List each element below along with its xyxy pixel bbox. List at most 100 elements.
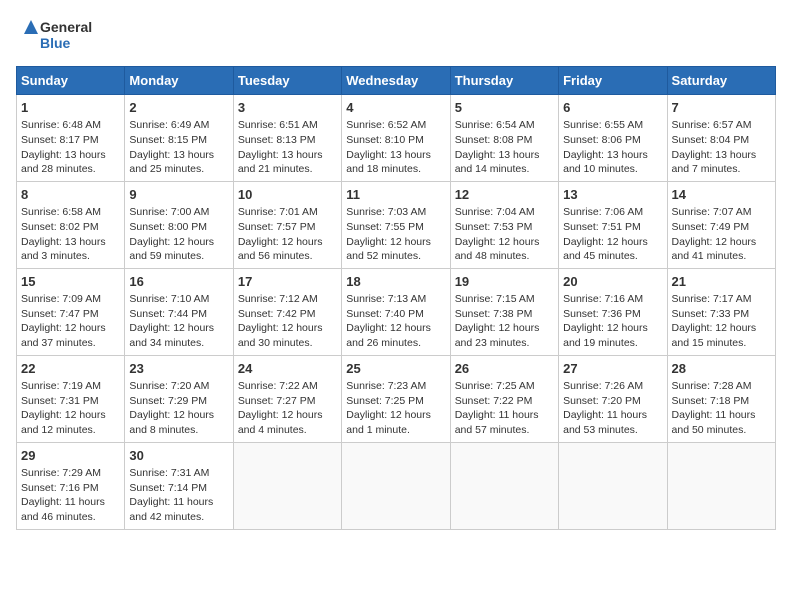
day-number: 22	[21, 360, 120, 378]
day-info-line: and 50 minutes.	[672, 423, 771, 438]
day-info-line: Sunrise: 7:19 AM	[21, 379, 120, 394]
day-info-line: Sunset: 8:15 PM	[129, 133, 228, 148]
day-cell: 30Sunrise: 7:31 AMSunset: 7:14 PMDayligh…	[125, 442, 233, 529]
day-cell: 22Sunrise: 7:19 AMSunset: 7:31 PMDayligh…	[17, 355, 125, 442]
day-info-line: and 18 minutes.	[346, 162, 445, 177]
day-info-line: Sunrise: 7:23 AM	[346, 379, 445, 394]
day-info-line: Daylight: 12 hours	[672, 235, 771, 250]
day-info-line: Daylight: 13 hours	[346, 148, 445, 163]
day-cell: 15Sunrise: 7:09 AMSunset: 7:47 PMDayligh…	[17, 268, 125, 355]
day-info-line: Sunset: 7:42 PM	[238, 307, 337, 322]
day-cell: 11Sunrise: 7:03 AMSunset: 7:55 PMDayligh…	[342, 181, 450, 268]
day-cell: 2Sunrise: 6:49 AMSunset: 8:15 PMDaylight…	[125, 95, 233, 182]
column-header-tuesday: Tuesday	[233, 67, 341, 95]
day-cell: 21Sunrise: 7:17 AMSunset: 7:33 PMDayligh…	[667, 268, 775, 355]
day-cell: 14Sunrise: 7:07 AMSunset: 7:49 PMDayligh…	[667, 181, 775, 268]
day-number: 12	[455, 186, 554, 204]
day-info-line: Daylight: 13 hours	[21, 235, 120, 250]
day-info-line: Daylight: 12 hours	[238, 321, 337, 336]
column-header-monday: Monday	[125, 67, 233, 95]
day-info-line: Sunset: 8:10 PM	[346, 133, 445, 148]
day-info-line: Daylight: 11 hours	[21, 495, 120, 510]
day-number: 18	[346, 273, 445, 291]
day-number: 16	[129, 273, 228, 291]
week-row-5: 29Sunrise: 7:29 AMSunset: 7:16 PMDayligh…	[17, 442, 776, 529]
day-info-line: and 8 minutes.	[129, 423, 228, 438]
day-info-line: and 52 minutes.	[346, 249, 445, 264]
day-info-line: Sunrise: 7:28 AM	[672, 379, 771, 394]
day-info-line: Sunrise: 6:54 AM	[455, 118, 554, 133]
day-info-line: Sunrise: 6:48 AM	[21, 118, 120, 133]
day-info-line: Sunset: 7:27 PM	[238, 394, 337, 409]
day-number: 11	[346, 186, 445, 204]
day-info-line: Sunset: 7:47 PM	[21, 307, 120, 322]
day-info-line: and 26 minutes.	[346, 336, 445, 351]
day-info-line: Daylight: 12 hours	[129, 235, 228, 250]
day-info-line: Daylight: 12 hours	[346, 408, 445, 423]
day-cell: 7Sunrise: 6:57 AMSunset: 8:04 PMDaylight…	[667, 95, 775, 182]
day-info-line: Daylight: 12 hours	[455, 321, 554, 336]
day-info-line: Sunrise: 7:03 AM	[346, 205, 445, 220]
week-row-1: 1Sunrise: 6:48 AMSunset: 8:17 PMDaylight…	[17, 95, 776, 182]
day-info-line: Sunrise: 7:06 AM	[563, 205, 662, 220]
day-info-line: Sunrise: 7:04 AM	[455, 205, 554, 220]
day-number: 7	[672, 99, 771, 117]
day-info-line: Sunrise: 6:49 AM	[129, 118, 228, 133]
day-number: 21	[672, 273, 771, 291]
day-info-line: and 28 minutes.	[21, 162, 120, 177]
svg-text:General: General	[40, 19, 92, 35]
week-row-2: 8Sunrise: 6:58 AMSunset: 8:02 PMDaylight…	[17, 181, 776, 268]
svg-text:Blue: Blue	[40, 35, 71, 51]
day-info-line: Sunset: 7:36 PM	[563, 307, 662, 322]
day-info-line: Sunrise: 7:17 AM	[672, 292, 771, 307]
day-info-line: and 7 minutes.	[672, 162, 771, 177]
day-info-line: Daylight: 12 hours	[346, 235, 445, 250]
day-info-line: Daylight: 11 hours	[455, 408, 554, 423]
day-number: 5	[455, 99, 554, 117]
day-info-line: and 57 minutes.	[455, 423, 554, 438]
day-info-line: and 30 minutes.	[238, 336, 337, 351]
calendar-table: SundayMondayTuesdayWednesdayThursdayFrid…	[16, 66, 776, 530]
day-info-line: Sunset: 7:44 PM	[129, 307, 228, 322]
day-info-line: Sunset: 7:25 PM	[346, 394, 445, 409]
day-info-line: Sunrise: 7:29 AM	[21, 466, 120, 481]
day-info-line: Daylight: 12 hours	[346, 321, 445, 336]
day-info-line: and 46 minutes.	[21, 510, 120, 525]
logo: GeneralBlue	[16, 16, 96, 56]
day-cell: 25Sunrise: 7:23 AMSunset: 7:25 PMDayligh…	[342, 355, 450, 442]
day-info-line: Daylight: 12 hours	[21, 408, 120, 423]
day-cell	[667, 442, 775, 529]
calendar-body: 1Sunrise: 6:48 AMSunset: 8:17 PMDaylight…	[17, 95, 776, 530]
day-info-line: Sunrise: 6:58 AM	[21, 205, 120, 220]
week-row-4: 22Sunrise: 7:19 AMSunset: 7:31 PMDayligh…	[17, 355, 776, 442]
day-cell: 6Sunrise: 6:55 AMSunset: 8:06 PMDaylight…	[559, 95, 667, 182]
day-number: 19	[455, 273, 554, 291]
day-info-line: Daylight: 12 hours	[563, 235, 662, 250]
day-info-line: Daylight: 12 hours	[129, 408, 228, 423]
day-cell: 26Sunrise: 7:25 AMSunset: 7:22 PMDayligh…	[450, 355, 558, 442]
day-info-line: and 42 minutes.	[129, 510, 228, 525]
day-number: 9	[129, 186, 228, 204]
day-info-line: and 3 minutes.	[21, 249, 120, 264]
day-number: 17	[238, 273, 337, 291]
day-cell: 20Sunrise: 7:16 AMSunset: 7:36 PMDayligh…	[559, 268, 667, 355]
day-info-line: and 41 minutes.	[672, 249, 771, 264]
column-header-thursday: Thursday	[450, 67, 558, 95]
day-info-line: Sunset: 7:38 PM	[455, 307, 554, 322]
day-info-line: Daylight: 12 hours	[238, 235, 337, 250]
column-header-friday: Friday	[559, 67, 667, 95]
day-info-line: Sunset: 8:17 PM	[21, 133, 120, 148]
day-info-line: and 1 minute.	[346, 423, 445, 438]
day-info-line: Sunset: 8:02 PM	[21, 220, 120, 235]
day-number: 3	[238, 99, 337, 117]
day-number: 8	[21, 186, 120, 204]
day-info-line: Sunrise: 7:26 AM	[563, 379, 662, 394]
day-cell: 27Sunrise: 7:26 AMSunset: 7:20 PMDayligh…	[559, 355, 667, 442]
day-info-line: and 25 minutes.	[129, 162, 228, 177]
day-info-line: and 21 minutes.	[238, 162, 337, 177]
day-info-line: Daylight: 13 hours	[455, 148, 554, 163]
day-cell: 24Sunrise: 7:22 AMSunset: 7:27 PMDayligh…	[233, 355, 341, 442]
week-row-3: 15Sunrise: 7:09 AMSunset: 7:47 PMDayligh…	[17, 268, 776, 355]
day-info-line: Sunset: 7:33 PM	[672, 307, 771, 322]
page-header: GeneralBlue	[16, 16, 776, 56]
